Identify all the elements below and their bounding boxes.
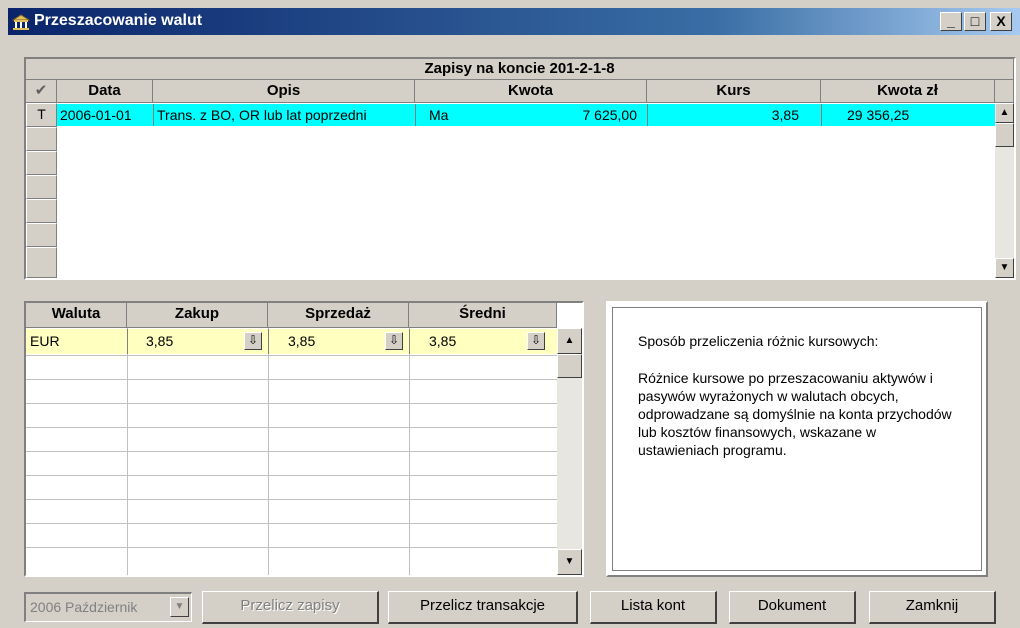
table-row[interactable]: EUR 3,85 ⇩ 3,85 ⇩ 3,85 ⇩ bbox=[26, 329, 557, 354]
window-title: Przeszacowanie walut bbox=[34, 12, 203, 29]
column-header-sprzedaz[interactable]: Sprzedaż bbox=[268, 303, 409, 328]
cell-opis: Trans. z BO, OR lub lat poprzedni bbox=[157, 107, 367, 123]
scroll-thumb[interactable] bbox=[995, 123, 1014, 147]
scroll-up-icon[interactable]: ▲ bbox=[557, 328, 582, 354]
row-header[interactable] bbox=[26, 127, 57, 151]
przelicz-zapisy-button[interactable]: Przelicz zapisy bbox=[202, 591, 379, 624]
scroll-up-icon[interactable]: ▲ bbox=[995, 103, 1014, 123]
cell-zakup[interactable]: 3,85 bbox=[146, 330, 226, 352]
column-header-waluta[interactable]: Waluta bbox=[26, 303, 127, 328]
bank-icon bbox=[12, 14, 30, 30]
cell-kwota: 7 625,00 bbox=[582, 107, 638, 123]
column-header-kwota[interactable]: Kwota bbox=[415, 80, 647, 103]
cell-strona: Ma bbox=[429, 107, 449, 123]
minimize-button[interactable]: _ bbox=[940, 12, 962, 31]
rates-grid[interactable]: Waluta Zakup Sprzedaż Średni EUR 3,85 ⇩ … bbox=[24, 301, 584, 577]
arrow-down-icon[interactable]: ⇩ bbox=[244, 332, 262, 350]
row-header[interactable] bbox=[26, 175, 57, 199]
chevron-down-icon[interactable]: ▼ bbox=[170, 597, 189, 617]
period-value: 2006 Październik bbox=[30, 599, 138, 615]
scroll-down-icon[interactable]: ▼ bbox=[995, 258, 1014, 278]
title-bar[interactable]: Przeszacowanie walut _ □ X bbox=[8, 8, 1020, 35]
info-heading: Sposób przeliczenia różnic kursowych: bbox=[638, 333, 879, 349]
column-header-opis[interactable]: Opis bbox=[153, 80, 415, 103]
maximize-button[interactable]: □ bbox=[964, 12, 986, 31]
entries-caption: Zapisy na koncie 201-2-1-8 bbox=[26, 59, 1014, 80]
cell-sprzedaz[interactable]: 3,85 bbox=[288, 330, 368, 352]
scroll-thumb[interactable] bbox=[557, 354, 582, 378]
check-column-header: ✔ bbox=[26, 80, 57, 103]
lista-kont-button[interactable]: Lista kont bbox=[590, 591, 717, 624]
column-header-data[interactable]: Data bbox=[57, 80, 153, 103]
cell-sredni[interactable]: 3,85 bbox=[429, 330, 509, 352]
zamknij-button[interactable]: Zamknij bbox=[869, 591, 996, 624]
table-row[interactable]: 2006-01-01 Trans. z BO, OR lub lat poprz… bbox=[57, 104, 995, 126]
cell-kurs: 3,85 bbox=[771, 107, 799, 123]
row-header[interactable] bbox=[26, 151, 57, 175]
close-button[interactable]: X bbox=[990, 12, 1012, 31]
rates-scrollbar[interactable]: ▲ ▼ bbox=[557, 328, 582, 575]
dokument-button[interactable]: Dokument bbox=[729, 591, 856, 624]
column-header-kurs[interactable]: Kurs bbox=[647, 80, 821, 103]
entries-grid[interactable]: Zapisy na koncie 201-2-1-8 ✔ Data Opis K… bbox=[24, 57, 1016, 280]
column-header-kwota-zl[interactable]: Kwota zł bbox=[821, 80, 995, 103]
przelicz-transakcje-button[interactable]: Przelicz transakcje bbox=[388, 591, 578, 624]
entries-scrollbar[interactable]: ▲ ▼ bbox=[995, 103, 1014, 278]
cell-data: 2006-01-01 bbox=[60, 107, 132, 123]
row-header[interactable] bbox=[26, 247, 57, 278]
row-header[interactable] bbox=[26, 199, 57, 223]
row-header[interactable] bbox=[26, 223, 57, 247]
info-panel: Sposób przeliczenia różnic kursowych: Ró… bbox=[606, 301, 988, 577]
info-body: Różnice kursowe po przeszacowaniu aktywó… bbox=[638, 370, 952, 458]
cell-waluta: EUR bbox=[30, 333, 60, 349]
scroll-down-icon[interactable]: ▼ bbox=[557, 549, 582, 575]
arrow-down-icon[interactable]: ⇩ bbox=[527, 332, 545, 350]
arrow-down-icon[interactable]: ⇩ bbox=[385, 332, 403, 350]
header-corner bbox=[995, 80, 1014, 103]
row-marker[interactable]: T bbox=[26, 103, 57, 127]
column-header-zakup[interactable]: Zakup bbox=[127, 303, 268, 328]
cell-kwota-zl: 29 356,25 bbox=[847, 107, 910, 123]
period-select[interactable]: 2006 Październik ▼ bbox=[24, 592, 192, 622]
column-header-sredni[interactable]: Średni bbox=[409, 303, 557, 328]
